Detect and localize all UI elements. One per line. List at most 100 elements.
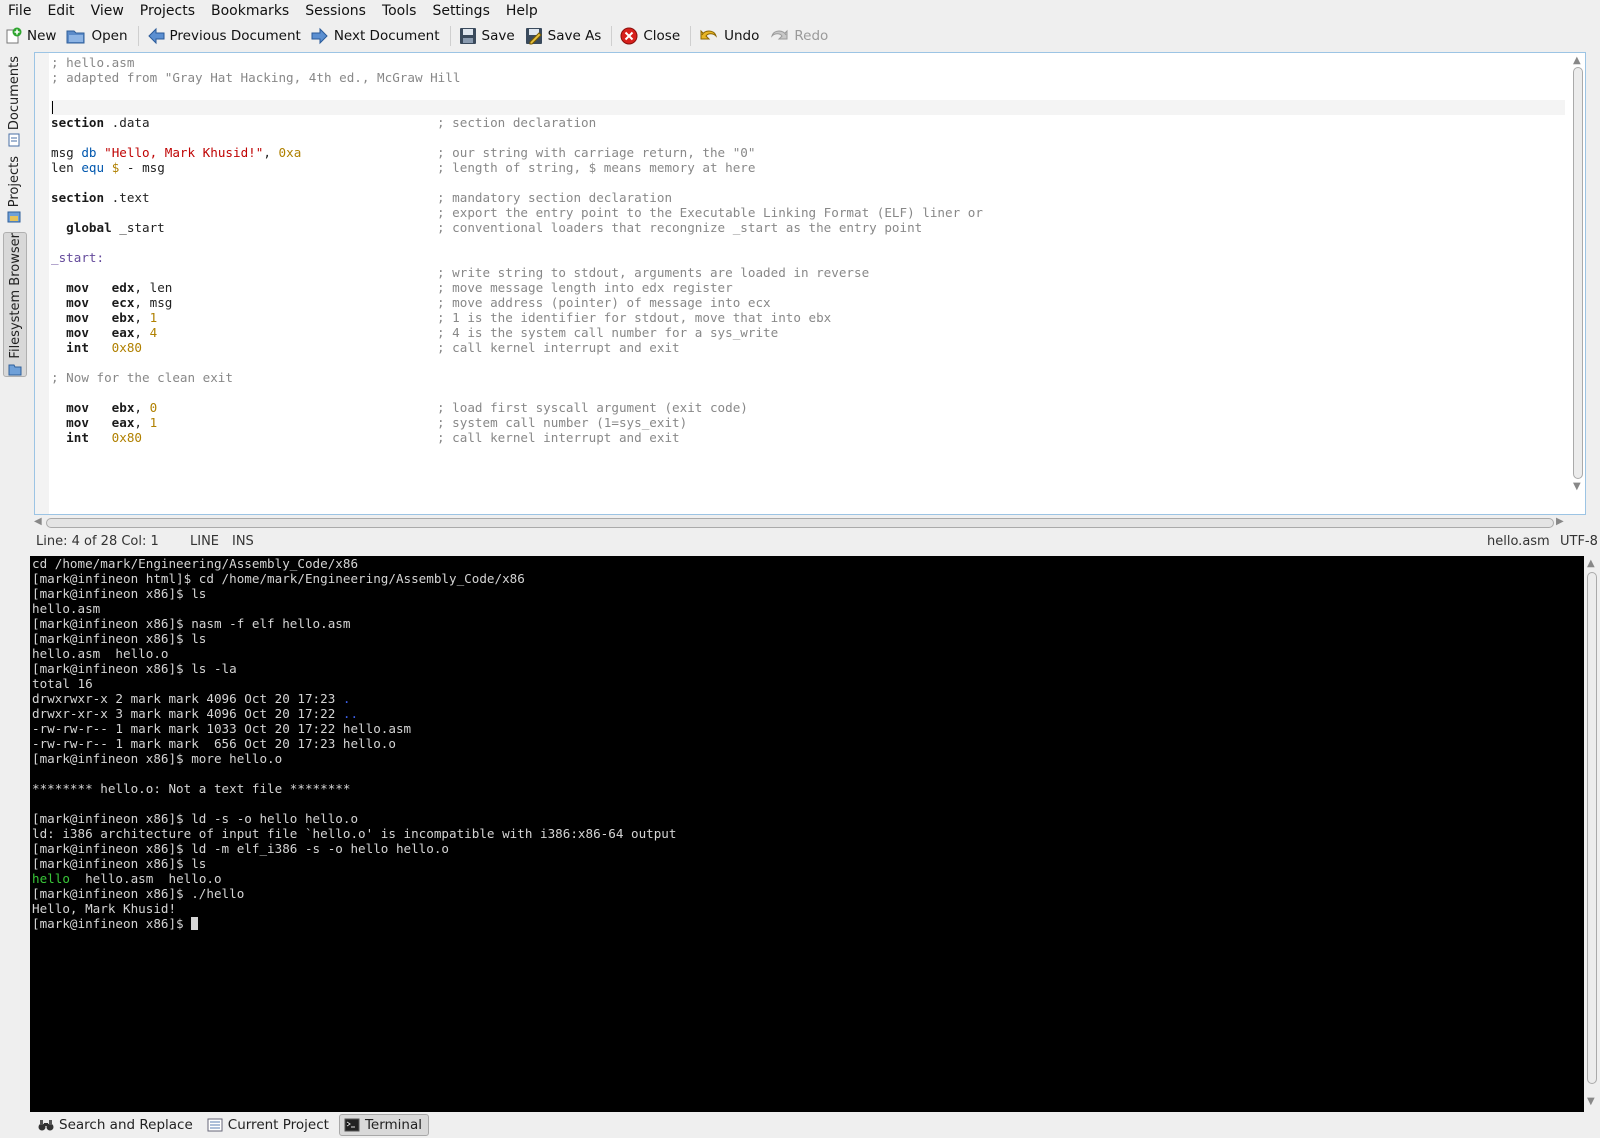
scroll-left-icon[interactable]: ◀ [34,516,42,527]
tab-search-and-replace-label: Search and Replace [59,1117,193,1133]
code-editor[interactable]: ; hello.asm; adapted from "Gray Hat Hack… [34,52,1586,515]
terminal-output[interactable]: cd /home/mark/Engineering/Assembly_Code/… [32,556,676,931]
code-line[interactable]: mov ebx, 0 ; load first syscall argument … [51,400,1565,415]
terminal-line: [mark@infineon html]$ cd /home/mark/Engi… [32,571,525,586]
code-line-comment: ; load first syscall argument (exit code… [437,400,748,415]
terminal-panel[interactable]: cd /home/mark/Engineering/Assembly_Code/… [30,556,1584,1112]
code-line[interactable] [51,130,1565,145]
tab-search-and-replace[interactable]: Search and Replace [34,1114,199,1136]
code-line[interactable]: ; write string to stdout, arguments are … [51,265,1565,280]
close-button[interactable]: Close [616,23,686,49]
code-line-comment: ; move address (pointer) of message into… [437,295,771,310]
code-line[interactable] [51,85,1565,100]
code-line-comment: ; export the entry point to the Executab… [437,205,983,220]
menu-sessions[interactable]: Sessions [297,0,374,22]
code-line-text: ; adapted from "Gray Hat Hacking, 4th ed… [51,70,461,85]
next-document-label: Next Document [333,28,440,44]
selection-mode[interactable]: LINE [190,534,219,549]
tab-terminal[interactable]: Terminal [338,1114,430,1136]
code-line[interactable]: int 0x80 ; call kernel interrupt and exit [51,430,1565,445]
code-line[interactable]: int 0x80 ; call kernel interrupt and exit [51,340,1565,355]
editor-horizontal-scroll-thumb[interactable] [46,518,1554,528]
menu-bookmarks[interactable]: Bookmarks [203,0,297,22]
editor-vertical-scrollbar[interactable]: ▲ ▼ [1571,55,1583,497]
redo-button[interactable]: Redo [765,23,834,49]
code-line[interactable]: mov edx, len ; move message length into e… [51,280,1565,295]
editor-vertical-scroll-thumb[interactable] [1573,67,1583,479]
code-area[interactable]: ; hello.asm; adapted from "Gray Hat Hack… [51,55,1565,445]
side-panel-tabs: Documents Projects Filesystem Browser [0,52,28,392]
next-document-button[interactable]: Next Document [307,23,446,49]
terminal-cursor [191,917,199,930]
close-icon [620,27,638,45]
menu-view[interactable]: View [83,0,132,22]
code-line[interactable]: mov eax, 1 ; system call number (1=sys_ex… [51,415,1565,430]
save-as-button[interactable]: Save As [521,23,608,49]
previous-document-button[interactable]: Previous Document [143,23,307,49]
side-tab-documents-label: Documents [6,56,22,131]
scroll-up-icon[interactable]: ▲ [1587,558,1595,569]
code-line-comment: ; 4 is the system call number for a sys_… [437,325,779,340]
menu-bar: File Edit View Projects Bookmarks Sessio… [0,0,1600,22]
side-tab-documents[interactable]: Documents [3,56,25,147]
editor-horizontal-scrollbar[interactable]: ◀ ▶ [34,516,1574,528]
code-line-text: ; hello.asm [51,55,135,70]
side-tab-projects[interactable]: Projects [3,156,25,224]
arrow-right-icon [311,27,328,45]
menu-file[interactable]: File [0,0,39,22]
terminal-line: [mark@infineon x86]$ ls [32,631,207,646]
code-line[interactable]: ; hello.asm [51,55,1565,70]
side-tab-filesystem-browser[interactable]: Filesystem Browser [3,232,27,377]
code-line[interactable]: _start: [51,250,1565,265]
code-line[interactable]: msg db "Hello, Mark Khusid!", 0xa ; our s… [51,145,1565,160]
scroll-right-icon[interactable]: ▶ [1556,516,1564,527]
code-line[interactable]: section .data ; section declaration [51,115,1565,130]
menu-edit[interactable]: Edit [39,0,82,22]
insert-mode[interactable]: INS [232,534,254,549]
terminal-line: ******** hello.o: Not a text file ******… [32,781,351,796]
code-line[interactable]: section .text ; mandatory section declara… [51,190,1565,205]
code-line[interactable]: len equ $ - msg ; length of string, $ mea… [51,160,1565,175]
side-tab-filesystem-browser-label: Filesystem Browser [7,233,23,359]
code-line-text: section .text [51,190,150,205]
code-line[interactable]: ; export the entry point to the Executab… [51,205,1565,220]
tab-terminal-label: Terminal [364,1117,423,1133]
code-line[interactable]: mov eax, 4 ; 4 is the system call number … [51,325,1565,340]
menu-projects[interactable]: Projects [132,0,203,22]
terminal-scroll-thumb[interactable] [1587,572,1597,1084]
code-line[interactable]: mov ecx, msg ; move address (pointer) of … [51,295,1565,310]
open-button[interactable]: Open [62,23,133,49]
new-button[interactable]: New [0,23,62,49]
code-line[interactable]: ; adapted from "Gray Hat Hacking, 4th ed… [51,70,1565,85]
code-line[interactable]: mov ebx, 1 ; 1 is the identifier for stdo… [51,310,1565,325]
scroll-down-icon[interactable]: ▼ [1587,1096,1595,1107]
terminal-line: Hello, Mark Khusid! [32,901,177,916]
terminal-scrollbar[interactable]: ▲ ▼ [1584,556,1598,1112]
terminal-icon [344,1118,360,1132]
menu-tools[interactable]: Tools [374,0,425,22]
new-label: New [27,28,57,44]
code-line-text: ; Now for the clean exit [51,370,233,385]
save-button[interactable]: Save [455,23,521,49]
code-line[interactable] [51,100,1565,115]
undo-button[interactable]: Undo [695,23,765,49]
menu-settings[interactable]: Settings [424,0,497,22]
terminal-line: -rw-rw-r-- 1 mark mark 656 Oct 20 17:23 … [32,736,396,751]
code-line[interactable] [51,385,1565,400]
code-line[interactable] [51,235,1565,250]
scroll-down-icon[interactable]: ▼ [1573,481,1581,492]
scroll-up-icon[interactable]: ▲ [1573,55,1581,66]
code-line[interactable]: global _start ; conventional loaders that… [51,220,1565,235]
status-encoding[interactable]: UTF-8 [1560,534,1598,549]
code-line[interactable] [51,355,1565,370]
menu-help[interactable]: Help [498,0,546,22]
code-line[interactable] [51,175,1565,190]
terminal-line: ld: i386 architecture of input file `hel… [32,826,677,841]
terminal-line: hello.asm hello.o [32,646,169,661]
code-line-text: mov eax, 4 [66,325,158,340]
tab-current-project[interactable]: Current Project [203,1114,335,1136]
code-line[interactable]: ; Now for the clean exit [51,370,1565,385]
code-line-text: mov eax, 1 [66,415,158,430]
